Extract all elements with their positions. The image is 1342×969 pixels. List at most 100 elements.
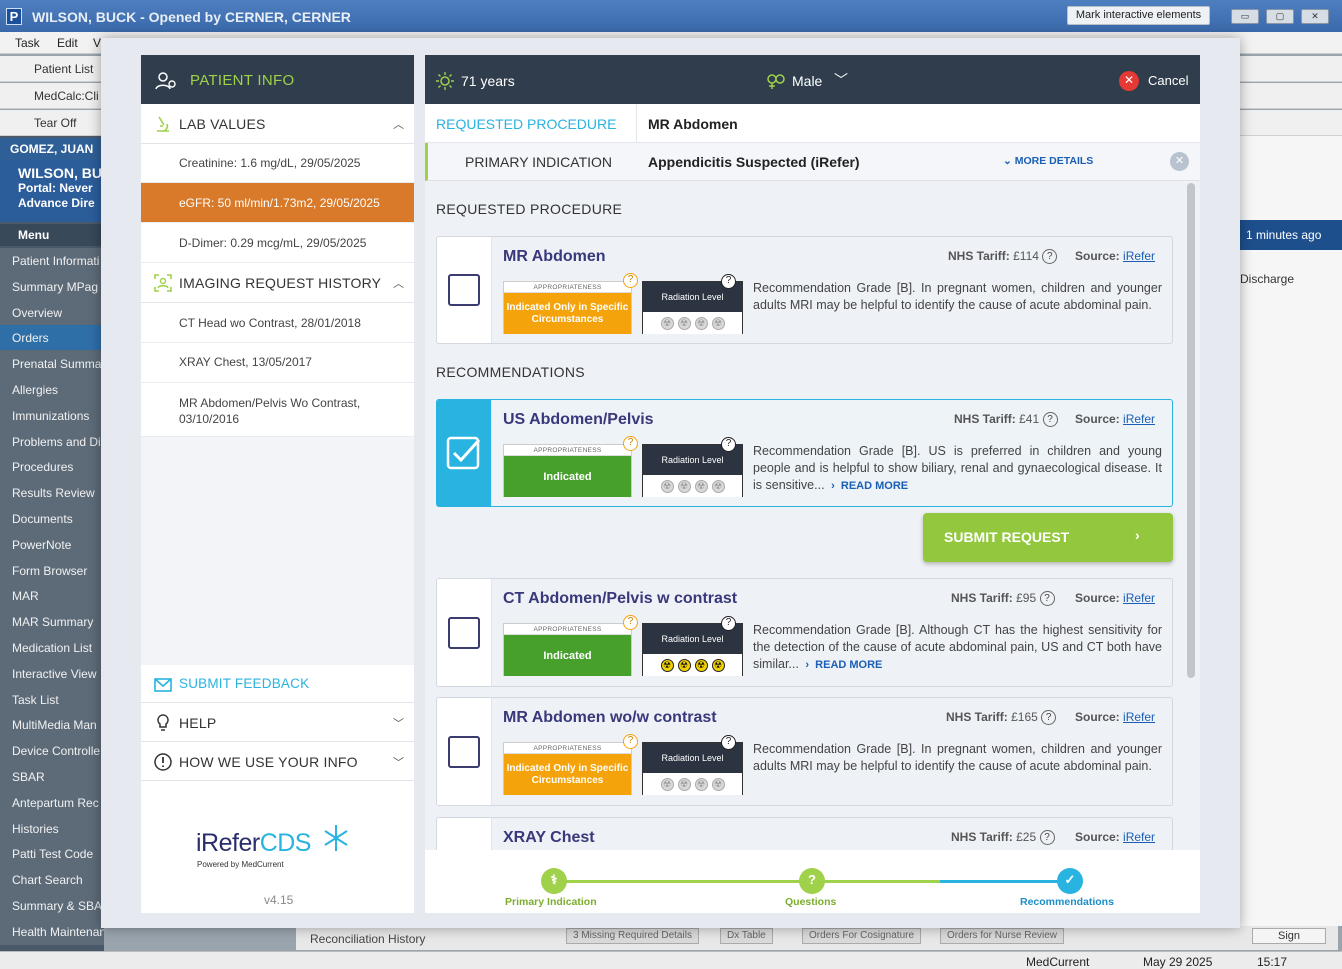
radiation-help-icon[interactable]: ? (721, 437, 736, 452)
source-link[interactable]: iRefer (1123, 830, 1155, 844)
appropriateness-help-icon[interactable]: ? (623, 273, 638, 288)
tear-off-button[interactable]: Tear Off (34, 116, 76, 130)
help-circle-icon[interactable]: ? (1042, 249, 1058, 265)
card-checkbox[interactable] (448, 735, 480, 768)
patient-sex[interactable]: Male (792, 73, 822, 89)
logo-area: iReferCDS Powered by MedCurrent v4.15 (141, 781, 414, 913)
menu-view[interactable]: V (93, 36, 101, 50)
ehr-menu-item[interactable]: Patti Test Code (0, 841, 104, 868)
ehr-menu-item[interactable]: MultiMedia Man (0, 712, 104, 739)
read-more-link[interactable]: › READ MORE (802, 659, 882, 671)
source-link[interactable]: iRefer (1123, 710, 1155, 724)
sign-button[interactable]: Sign (1252, 928, 1326, 944)
ehr-menu-item[interactable]: Medication List (0, 634, 104, 661)
ehr-menu-item[interactable]: MAR Summary (0, 609, 104, 635)
ehr-menu-item[interactable]: Orders (0, 325, 104, 352)
ehr-menu-item[interactable]: Task List (0, 686, 104, 713)
help-circle-icon[interactable]: ? (1041, 710, 1057, 726)
ehr-menu-item[interactable]: Form Browser (0, 557, 104, 584)
ehr-menu-item[interactable]: MAR (0, 583, 104, 610)
source-link[interactable]: iRefer (1123, 249, 1155, 263)
card-select-area[interactable] (437, 818, 492, 852)
scrollbar[interactable] (1187, 183, 1195, 678)
ehr-menu-item[interactable]: Documents (0, 505, 104, 532)
ehr-menu-item[interactable]: Problems and Di (0, 428, 104, 455)
question-step-icon[interactable]: ? (799, 868, 825, 894)
ehr-menu-item[interactable]: Interactive View (0, 660, 104, 687)
source-label: Source: (1075, 591, 1120, 605)
ehr-menu-item[interactable]: PowerNote (0, 531, 104, 558)
ehr-menu-item[interactable]: Histories (0, 815, 104, 842)
maximize-button[interactable]: ▢ (1266, 9, 1294, 24)
procedure-card[interactable]: XRAY Chest NHS Tariff: £25 ? Source: iRefe… (436, 817, 1173, 853)
how-we-use-section[interactable]: HOW WE USE YOUR INFO ﹀ (141, 742, 414, 781)
submit-request-button[interactable]: SUBMIT REQUEST › (923, 513, 1173, 562)
dx-table-tab[interactable]: Dx Table (720, 928, 773, 944)
cancel-button[interactable]: Cancel (1148, 73, 1188, 88)
ehr-menu-item[interactable]: Patient Informati (0, 248, 104, 274)
help-circle-icon[interactable]: ? (1039, 830, 1055, 846)
menu-task[interactable]: Task (15, 36, 40, 50)
patient-list-button[interactable]: Patient List (34, 62, 93, 76)
status-bar: MedCurrent May 29 2025 15:17 (0, 951, 1342, 969)
cancel-x-icon[interactable]: ✕ (1119, 71, 1139, 91)
card-select-area[interactable] (437, 400, 492, 506)
checked-checkbox-icon[interactable] (446, 436, 482, 472)
ehr-menu-item[interactable]: Antepartum Rec (0, 789, 104, 816)
ehr-menu-item[interactable]: Overview (0, 299, 104, 326)
step-label-recommendations[interactable]: Recommendations (1020, 896, 1114, 908)
appropriateness-help-icon[interactable]: ? (623, 436, 638, 451)
step-label-questions[interactable]: Questions (785, 896, 836, 908)
minimize-button[interactable]: ▭ (1231, 9, 1259, 24)
procedure-card[interactable]: MR Abdomen NHS Tariff: £114 ? Source: iRef… (436, 236, 1173, 344)
help-section[interactable]: HELP ﹀ (141, 703, 414, 742)
orders-nurse-review-tab[interactable]: Orders for Nurse Review (940, 928, 1065, 944)
close-window-button[interactable]: ✕ (1301, 9, 1329, 24)
medcalc-button[interactable]: MedCalc:Cli (34, 89, 99, 103)
appropriateness-help-icon[interactable]: ? (623, 615, 638, 630)
radiation-dots: ☢ ☢ ☢ ☢ (643, 773, 742, 795)
menu-edit[interactable]: Edit (57, 36, 78, 50)
help-circle-icon[interactable]: ? (1042, 412, 1058, 428)
source-link[interactable]: iRefer (1123, 591, 1155, 605)
radiation-help-icon[interactable]: ? (721, 274, 736, 289)
ehr-menu-item[interactable]: Prenatal Summa (0, 351, 104, 377)
ehr-menu-item[interactable]: Allergies (0, 376, 104, 403)
appropriateness-help-icon[interactable]: ? (623, 734, 638, 749)
source-link[interactable]: iRefer (1123, 412, 1155, 426)
procedure-card[interactable]: US Abdomen/Pelvis NHS Tariff: £41 ? Source… (436, 399, 1173, 507)
ehr-menu-item[interactable]: Results Review (0, 480, 104, 506)
clear-indication-icon[interactable]: ✕ (1170, 152, 1189, 171)
ehr-menu-item[interactable]: Chart Search (0, 867, 104, 893)
stethoscope-step-icon[interactable]: ⚕ (541, 868, 567, 894)
mark-interactive-button[interactable]: Mark interactive elements (1067, 6, 1210, 25)
card-select-area[interactable] (437, 237, 492, 343)
orders-cosignature-tab[interactable]: Orders For Cosignature (802, 928, 922, 944)
radiation-help-icon[interactable]: ? (721, 735, 736, 750)
ehr-menu-item[interactable]: Device Controlle (0, 738, 104, 764)
step-label-primary-indication[interactable]: Primary Indication (505, 896, 597, 908)
read-more-link[interactable]: › READ MORE (828, 480, 908, 492)
ehr-menu-item[interactable]: Summary MPag (0, 273, 104, 300)
ehr-menu-item[interactable]: Procedures (0, 454, 104, 481)
missing-details-tab[interactable]: 3 Missing Required Details (566, 928, 699, 944)
procedure-card[interactable]: MR Abdomen wo/w contrast NHS Tariff: £165… (436, 697, 1173, 806)
ehr-menu-item[interactable]: Immunizations (0, 402, 104, 429)
check-step-icon[interactable]: ✓ (1057, 868, 1083, 894)
imaging-history-header[interactable]: IMAGING REQUEST HISTORY ︿ (141, 263, 414, 303)
ehr-menu-item[interactable]: SBAR (0, 763, 104, 790)
lab-values-header[interactable]: LAB VALUES ︿ (141, 104, 414, 144)
card-checkbox[interactable] (448, 616, 480, 649)
sex-dropdown-chevron-icon[interactable]: ﹀ (834, 70, 848, 90)
card-checkbox[interactable] (448, 274, 480, 306)
ehr-menu-item[interactable]: Summary & SBA (0, 892, 104, 919)
card-select-area[interactable] (437, 579, 492, 686)
procedure-card[interactable]: CT Abdomen/Pelvis w contrast NHS Tariff: … (436, 578, 1173, 687)
more-details-link[interactable]: ⌄ MORE DETAILS (1003, 155, 1093, 167)
help-circle-icon[interactable]: ? (1039, 591, 1055, 607)
radiation-help-icon[interactable]: ? (721, 616, 736, 631)
card-select-area[interactable] (437, 698, 492, 805)
submit-feedback-link[interactable]: SUBMIT FEEDBACK (141, 665, 414, 703)
ehr-menu-item[interactable]: Health Maintenance (0, 918, 104, 945)
reconciliation-history-tab[interactable]: Reconciliation History (304, 931, 431, 947)
